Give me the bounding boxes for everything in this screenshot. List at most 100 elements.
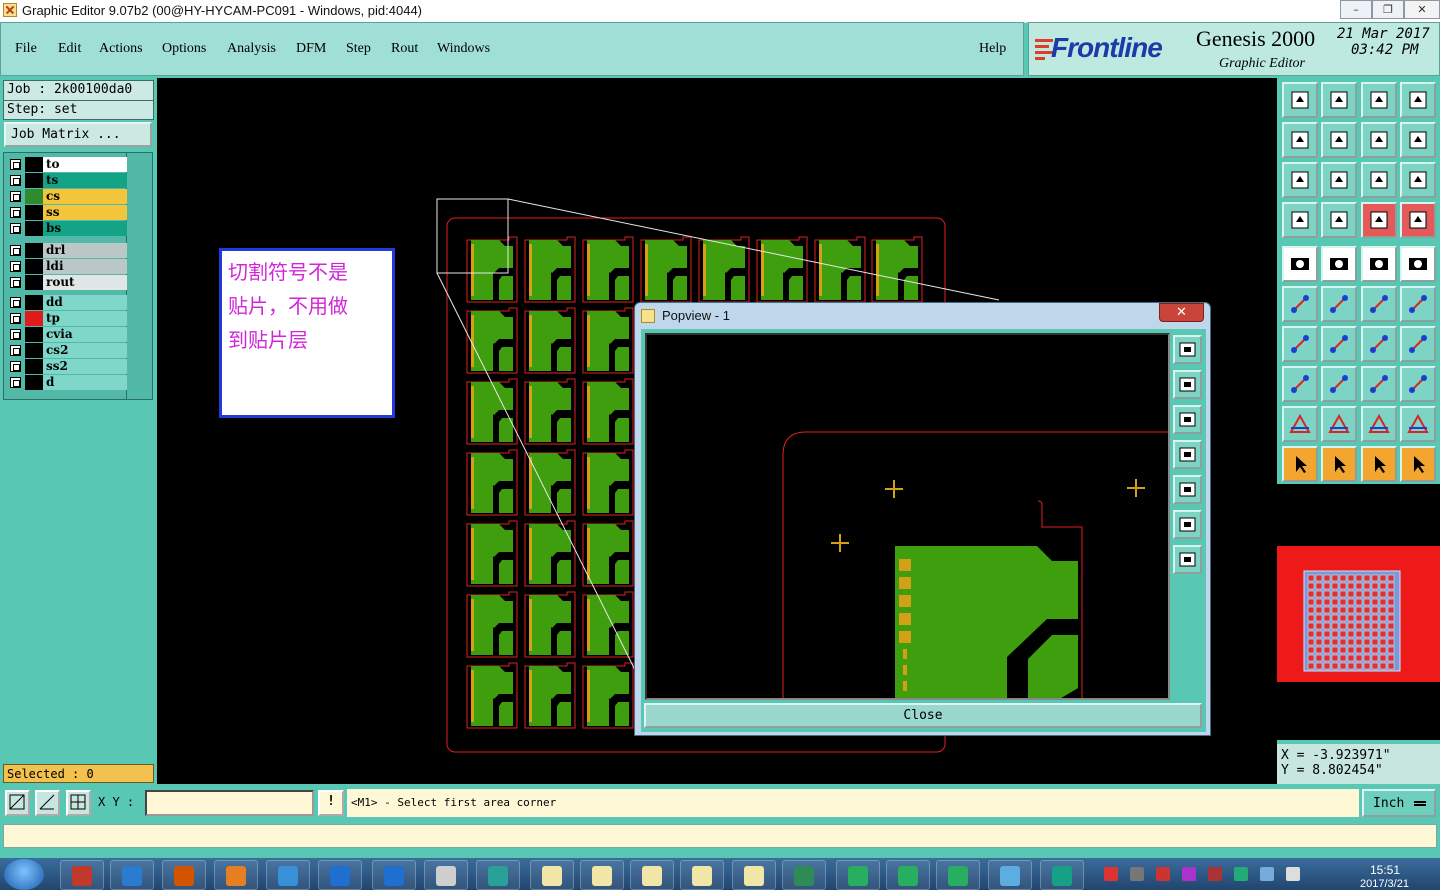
exclaim-button[interactable]: ! [318,790,344,816]
layer-checkbox[interactable] [10,313,21,324]
menu-windows[interactable]: Windows [437,41,490,57]
tray-icon[interactable] [1104,867,1118,881]
layer-checkbox[interactable] [10,245,21,256]
layer-row-cs2[interactable]: cs2 [7,343,127,358]
menu-actions[interactable]: Actions [99,41,143,57]
taskbar-app-11[interactable] [580,860,624,890]
taskbar-app-13[interactable] [680,860,724,890]
tool-redraw[interactable] [1400,122,1436,158]
grid-mode-button[interactable] [66,790,91,816]
tool-move[interactable] [1282,366,1318,402]
xy-input[interactable] [145,790,314,816]
maximize-button[interactable]: ❐ [1372,0,1404,19]
tool-pointer-circle[interactable] [1361,446,1397,482]
tool-center[interactable] [1321,162,1357,198]
tool-minus[interactable] [1321,366,1357,402]
layer-checkbox[interactable] [10,207,21,218]
taskbar-app-6[interactable] [318,860,362,890]
popview-tool-pan-up[interactable] [1173,370,1202,399]
popview-tool-pan-left[interactable] [1173,440,1202,469]
tool-measure-tool[interactable] [1282,202,1318,238]
menu-rout[interactable]: Rout [391,41,418,57]
tool-home-up[interactable] [1282,82,1318,118]
layer-row-drl[interactable]: drl [7,243,127,258]
layer-checkbox[interactable] [10,297,21,308]
taskbar-app-20[interactable] [1040,860,1084,890]
tool-query[interactable] [1400,162,1436,198]
tool-cross[interactable] [1321,286,1357,322]
popview-tool-fit-height[interactable] [1173,545,1202,574]
layer-list-scrollbar[interactable] [127,152,153,400]
minimize-button[interactable]: – [1340,0,1372,19]
taskbar-app-18[interactable] [936,860,980,890]
menu-file[interactable]: File [15,41,37,57]
popview-close-x[interactable]: ✕ [1159,303,1204,322]
layer-row-ldi[interactable]: ldi [7,259,127,274]
menu-step[interactable]: Step [346,41,371,57]
tray-icon[interactable] [1130,867,1144,881]
tray-icon[interactable] [1260,867,1274,881]
popview-tool-fit-width[interactable] [1173,510,1202,539]
taskbar-app-7[interactable] [372,860,416,890]
layer-checkbox[interactable] [10,377,21,388]
tool-layers[interactable] [1361,202,1397,238]
tool-ruler[interactable] [1361,246,1397,282]
tool-snap[interactable] [1321,202,1357,238]
layer-row-d[interactable]: d [7,375,127,390]
taskbar-app-14[interactable] [732,860,776,890]
tool-layers-alt[interactable] [1400,202,1436,238]
layer-checkbox[interactable] [10,191,21,202]
tool-group[interactable] [1400,366,1436,402]
layer-row-cs[interactable]: cs [7,189,127,204]
layer-row-ts[interactable]: ts [7,173,127,188]
taskbar-app-1[interactable] [60,860,104,890]
tool-pan-left[interactable] [1282,122,1318,158]
tool-home[interactable] [1361,82,1397,118]
taskbar-app-19[interactable] [988,860,1032,890]
tool-arc[interactable] [1361,326,1397,362]
tool-resize[interactable] [1361,366,1397,402]
menu-dfm[interactable]: DFM [296,41,326,57]
popview-tool-zoom-window[interactable] [1173,335,1202,364]
tool-connect[interactable] [1361,286,1397,322]
tool-split[interactable] [1400,326,1436,362]
layer-checkbox[interactable] [10,329,21,340]
tool-peak-line[interactable] [1400,406,1436,442]
tool-scale[interactable] [1361,162,1397,198]
tray-icon[interactable] [1286,867,1300,881]
overview-map[interactable] [1277,484,1440,740]
measure-mode-button[interactable] [35,790,60,816]
job-matrix-button[interactable]: Job Matrix ... [4,122,152,147]
tool-node[interactable] [1282,286,1318,322]
popview-canvas[interactable] [645,333,1170,700]
taskbar-app-2[interactable] [110,860,154,890]
tool-window[interactable] [1400,82,1436,118]
taskbar-app-15[interactable] [782,860,826,890]
tool-line[interactable] [1321,326,1357,362]
tool-pointer[interactable] [1282,446,1318,482]
taskbar-app-8[interactable] [424,860,468,890]
tool-select[interactable] [1282,246,1318,282]
layer-checkbox[interactable] [10,223,21,234]
layer-checkbox[interactable] [10,345,21,356]
tool-peak[interactable] [1321,406,1357,442]
tool-draw[interactable] [1321,246,1357,282]
taskbar-app-10[interactable] [530,860,574,890]
popview-tool-pan-down[interactable] [1173,405,1202,434]
taskbar-app-9[interactable] [476,860,520,890]
snap-mode-button[interactable] [5,790,30,816]
tool-pointer-path[interactable] [1400,446,1436,482]
layer-checkbox[interactable] [10,159,21,170]
start-button[interactable] [4,859,44,890]
tool-pointer-box[interactable] [1321,446,1357,482]
layer-row-tp[interactable]: tp [7,311,127,326]
layer-row-cvia[interactable]: cvia [7,327,127,342]
tray-icon[interactable] [1208,867,1222,881]
taskbar-app-16[interactable] [836,860,880,890]
taskbar-app-5[interactable] [266,860,310,890]
tray-icon[interactable] [1156,867,1170,881]
taskbar-app-12[interactable] [630,860,674,890]
tool-pan-right[interactable] [1321,122,1357,158]
popview-close-button[interactable]: Close [644,703,1202,728]
layer-row-to[interactable]: to [7,157,127,172]
